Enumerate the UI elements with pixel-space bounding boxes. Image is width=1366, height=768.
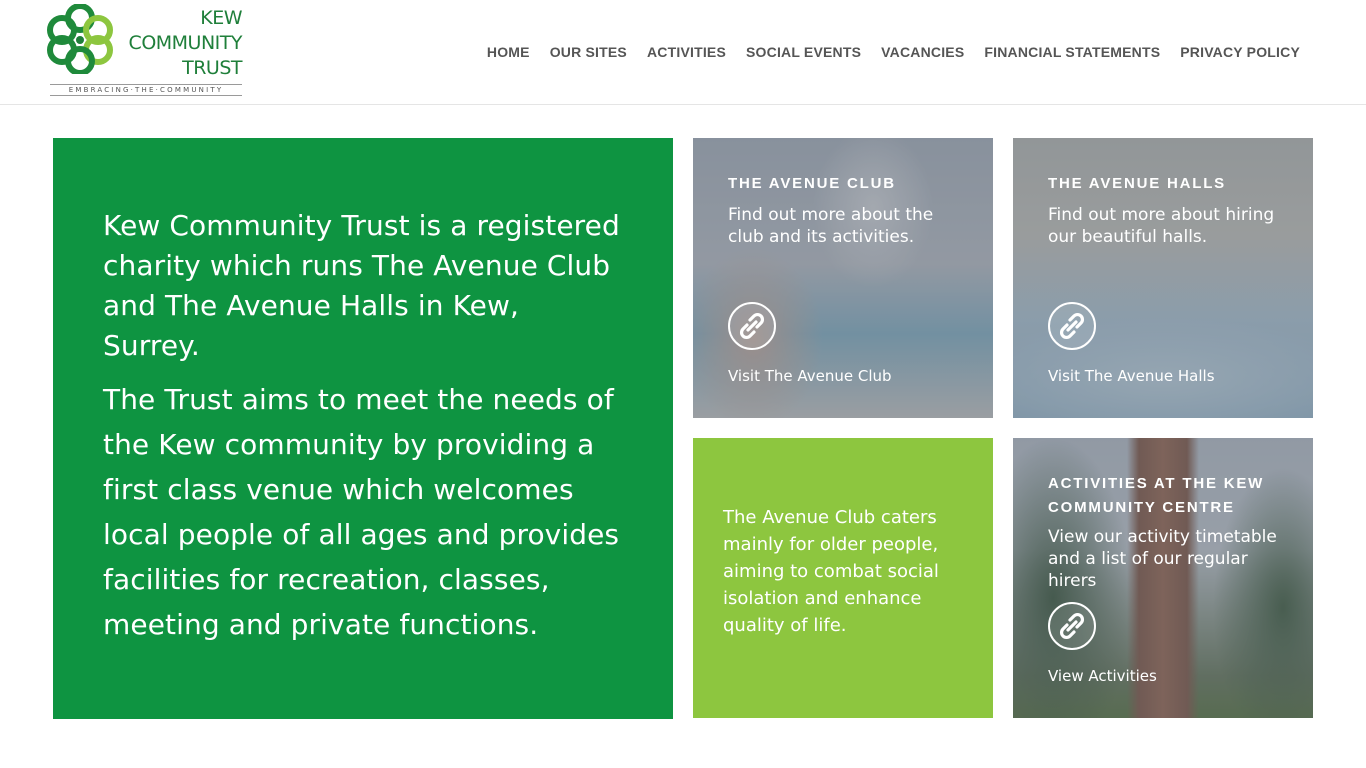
nav-our-sites[interactable]: OUR SITES	[540, 43, 637, 61]
logo-line-1: KEW	[200, 7, 242, 29]
link-icon[interactable]	[1048, 602, 1096, 650]
card-description: View our activity timetable and a list o…	[1048, 527, 1277, 591]
link-icon[interactable]	[728, 302, 776, 350]
logo-wordmark: KEW COMMUNITY TRUST	[128, 6, 243, 81]
visit-avenue-club-link[interactable]: Visit The Avenue Club	[728, 367, 892, 385]
chain-link-icon	[739, 312, 765, 340]
card-avenue-club[interactable]: THE AVENUE CLUB Find out more about the …	[693, 138, 993, 418]
card-title: ACTIVITIES AT THE KEW COMMUNITY CENTRE	[1048, 475, 1265, 516]
card-avenue-halls[interactable]: THE AVENUE HALLS Find out more about hir…	[1013, 138, 1313, 418]
main-nav: HOME OUR SITES ACTIVITIES SOCIAL EVENTS …	[477, 43, 1300, 61]
card-activities[interactable]: ACTIVITIES AT THE KEW COMMUNITY CENTRE V…	[1013, 438, 1313, 718]
nav-financial-statements[interactable]: FINANCIAL STATEMENTS	[974, 43, 1170, 61]
card-description: Find out more about hiring our beautiful…	[1048, 205, 1275, 247]
nav-privacy-policy[interactable]: PRIVACY POLICY	[1170, 43, 1300, 61]
chain-link-icon	[1059, 612, 1085, 640]
logo-tagline: EMBRACING·THE·COMMUNITY	[50, 84, 242, 96]
card-content: THE AVENUE HALLS Find out more about hir…	[1048, 172, 1293, 248]
view-activities-link[interactable]: View Activities	[1048, 667, 1157, 685]
intro-panel: Kew Community Trust is a registered char…	[53, 138, 673, 719]
logo-flower-icon	[47, 4, 113, 74]
nav-activities[interactable]: ACTIVITIES	[637, 43, 736, 61]
site-header: KEW COMMUNITY TRUST EMBRACING·THE·COMMUN…	[0, 0, 1366, 105]
logo-line-3: TRUST	[182, 57, 242, 79]
club-info-text: The Avenue Club caters mainly for older …	[723, 507, 939, 636]
nav-home[interactable]: HOME	[477, 43, 540, 61]
link-icon[interactable]	[1048, 302, 1096, 350]
card-content: ACTIVITIES AT THE KEW COMMUNITY CENTRE V…	[1048, 472, 1293, 592]
card-title: THE AVENUE CLUB	[728, 175, 896, 192]
card-content: THE AVENUE CLUB Find out more about the …	[728, 172, 973, 248]
club-info-panel: The Avenue Club caters mainly for older …	[693, 438, 993, 718]
visit-avenue-halls-link[interactable]: Visit The Avenue Halls	[1048, 367, 1215, 385]
nav-social-events[interactable]: SOCIAL EVENTS	[736, 43, 871, 61]
site-logo[interactable]: KEW COMMUNITY TRUST EMBRACING·THE·COMMUN…	[46, 4, 246, 100]
nav-vacancies[interactable]: VACANCIES	[871, 43, 974, 61]
intro-paragraph-2: The Trust aims to meet the needs of the …	[103, 383, 620, 641]
chain-link-icon	[1059, 312, 1085, 340]
intro-paragraph-1: Kew Community Trust is a registered char…	[103, 209, 620, 362]
logo-line-2: COMMUNITY	[128, 32, 243, 54]
card-title: THE AVENUE HALLS	[1048, 175, 1226, 192]
card-description: Find out more about the club and its act…	[728, 205, 934, 247]
